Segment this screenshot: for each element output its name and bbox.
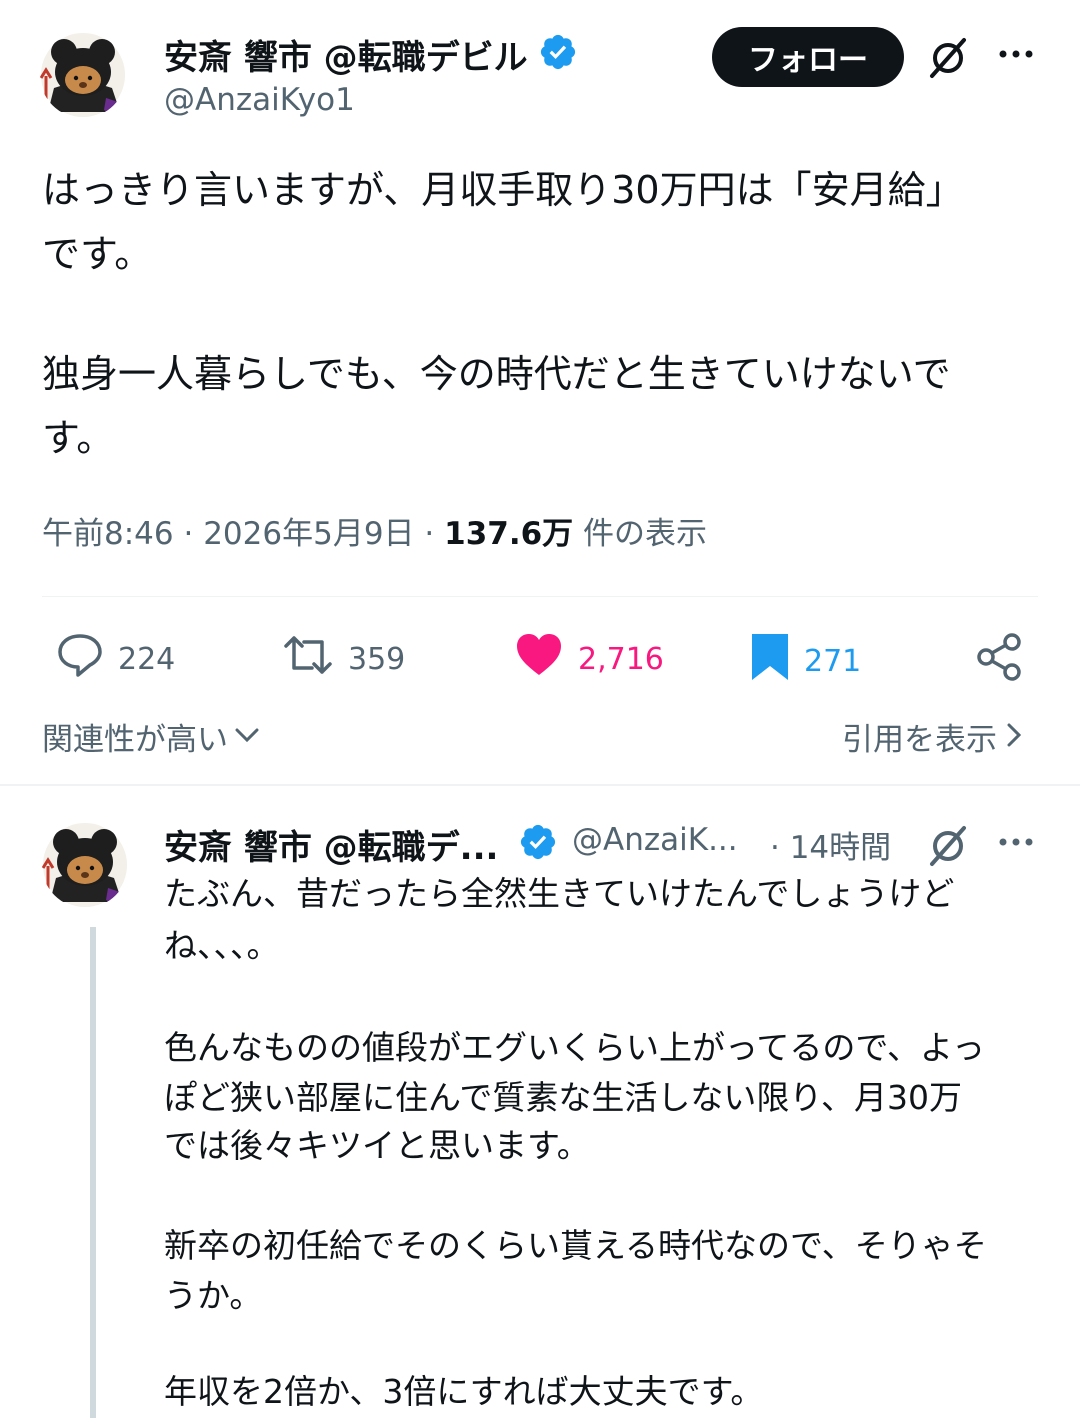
bookmark-count: 271	[804, 643, 862, 679]
reply-text-line: 色んなものの値段がエグいくらい上がってるので、よっ	[164, 1028, 986, 1067]
reply-time-ago[interactable]: · 14時間	[770, 822, 891, 867]
tweet-text-line: はっきり言いますが、月収手取り30万円は「安月給」	[42, 168, 964, 212]
tweet-text-line: す。	[42, 416, 115, 460]
section-divider	[0, 784, 1080, 786]
grok-icon[interactable]	[926, 36, 970, 84]
reply-text-line: うか。	[164, 1276, 263, 1315]
reply-author-name[interactable]: 安斎 響市 @転職デ...	[164, 820, 498, 869]
repost-count: 359	[348, 641, 406, 677]
reply-text-line: では後々キツイと思います。	[164, 1126, 590, 1165]
sort-relevance[interactable]: 関連性が高い	[42, 714, 260, 759]
reply-author-avatar[interactable]	[42, 822, 128, 908]
reply-text-line: ぽど狭い部屋に住んで質素な生活しない限り、月30万	[164, 1078, 963, 1117]
verified-badge-icon	[538, 32, 578, 76]
thread-line	[90, 927, 96, 1418]
reply-author-handle[interactable]: @AnzaiK...	[572, 822, 738, 858]
chevron-down-icon	[234, 725, 260, 749]
tweet-meta: 午前8:46 · 2026年5月9日 · 137.6万 件の表示	[42, 508, 707, 553]
grok-icon[interactable]	[926, 824, 970, 872]
chevron-right-icon	[1005, 722, 1023, 752]
repost-button[interactable]: 359	[282, 632, 405, 686]
like-icon	[514, 632, 564, 686]
divider	[42, 596, 1038, 597]
views-count: 137.6万	[444, 516, 574, 552]
author-handle[interactable]: @AnzaiKyo1	[164, 82, 355, 118]
share-icon[interactable]	[974, 632, 1024, 686]
view-quotes-link[interactable]: 引用を表示	[842, 714, 1023, 759]
reply-count: 224	[118, 641, 176, 677]
reply-icon	[56, 632, 104, 686]
reply-button[interactable]: 224	[56, 632, 175, 686]
bookmark-button[interactable]: 271	[750, 632, 861, 690]
author-avatar[interactable]	[40, 32, 126, 118]
reply-text-line: 新卒の初任給でそのくらい貰える時代なので、そりゃそ	[164, 1226, 987, 1265]
author-name[interactable]: 安斎 響市 @転職デビル	[164, 30, 528, 79]
tweet-time[interactable]: 午前8:46	[42, 516, 174, 552]
tweet-date[interactable]: 2026年5月9日	[203, 516, 414, 552]
reply-text-line: たぶん、昔だったら全然生きていけたんでしょうけど	[164, 874, 955, 913]
tweet-text-line: 独身一人暮らしでも、今の時代だと生きていけないで	[42, 352, 951, 396]
view-quotes-label: 引用を表示	[842, 722, 997, 758]
meta-separator: ·	[183, 516, 204, 552]
sort-relevance-label: 関連性が高い	[42, 722, 228, 758]
views-label: 件の表示	[583, 516, 708, 552]
verified-badge-icon	[518, 822, 558, 866]
like-button[interactable]: 2,716	[514, 632, 664, 686]
tweet-text-line: です。	[42, 232, 153, 276]
meta-separator: ·	[424, 516, 445, 552]
reply-text-line: ね、、、。	[164, 926, 280, 965]
reply-text-line: 年収を2倍か、3倍にすれば大丈夫です。	[164, 1372, 764, 1411]
more-icon[interactable]	[998, 44, 1034, 68]
like-count: 2,716	[578, 641, 664, 677]
bookmark-icon	[750, 632, 790, 690]
follow-button[interactable]: フォロー	[712, 27, 904, 87]
more-icon[interactable]	[998, 832, 1034, 856]
repost-icon	[282, 632, 334, 686]
